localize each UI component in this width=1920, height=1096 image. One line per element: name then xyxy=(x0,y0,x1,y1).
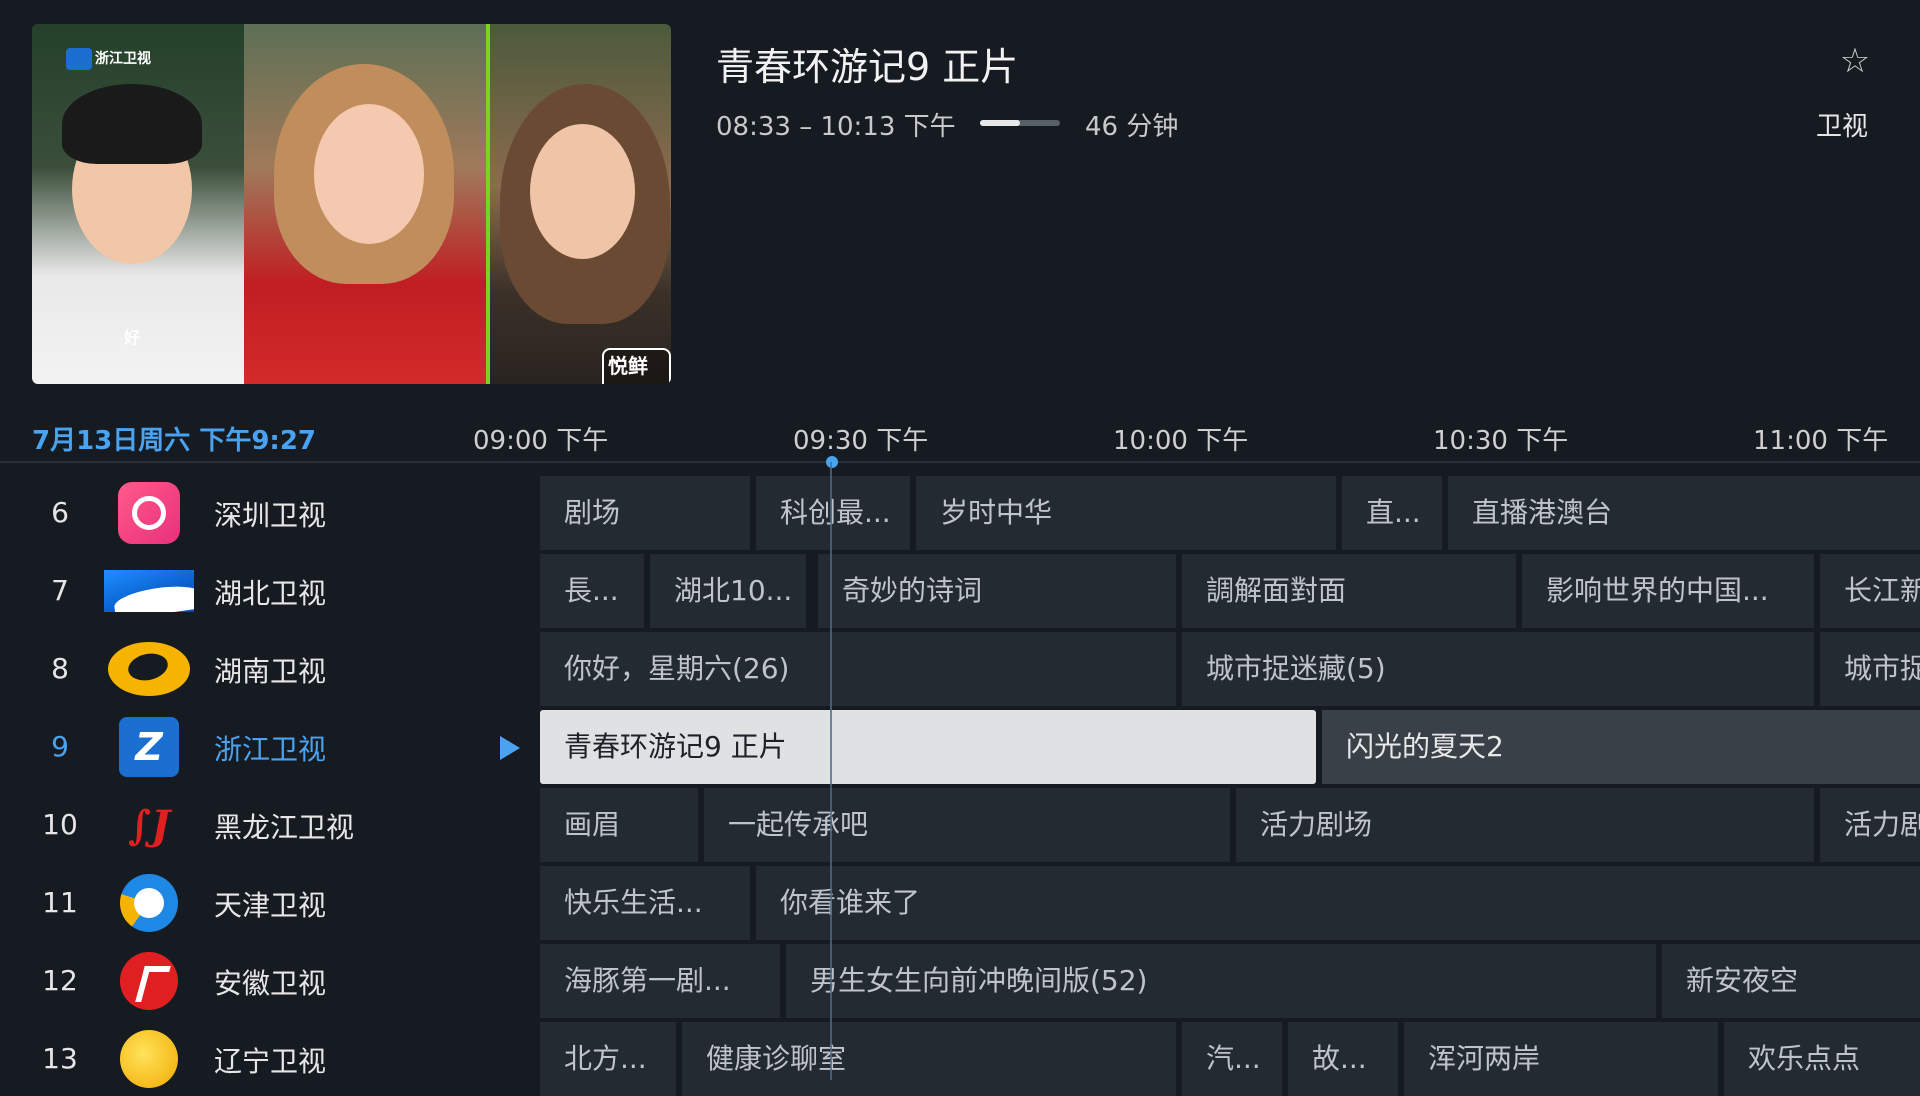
current-time-marker xyxy=(826,456,838,468)
channel-name: 黑龙江卫视 xyxy=(214,811,355,844)
time-tick: 09:00 下午 xyxy=(473,426,609,456)
hunan-tv-logo xyxy=(104,638,194,700)
hubei-logo-icon xyxy=(104,570,194,612)
liaoning-tv-logo xyxy=(104,1028,194,1090)
caption-left: 好 xyxy=(124,328,141,347)
channel-name: 安徽卫视 xyxy=(214,967,327,1000)
video-panel-middle xyxy=(244,24,490,384)
program-cell[interactable]: 你看谁来了 xyxy=(756,866,1920,940)
channel-row[interactable]: 12 安徽卫视 海豚第一剧... 男生女生向前冲晚间版(52) 新安夜空 xyxy=(0,944,1920,1018)
program-cell[interactable]: 科创最... xyxy=(756,476,910,550)
channel-number: 10 xyxy=(42,808,78,841)
channel-name: 深圳卫视 xyxy=(214,499,327,532)
program-cell[interactable]: 一起传承吧 xyxy=(704,788,1230,862)
channel-number: 7 xyxy=(51,574,69,607)
program-cell[interactable]: 浑河两岸 xyxy=(1404,1022,1718,1096)
shenzhen-logo-icon xyxy=(118,482,180,544)
timeline-axis xyxy=(0,461,1920,463)
hubei-tv-logo xyxy=(104,560,194,622)
channel-category[interactable]: 卫视 xyxy=(1816,106,1868,143)
person-face xyxy=(530,124,635,259)
liaoning-logo-icon xyxy=(120,1030,178,1088)
program-cell[interactable]: 城市捉 xyxy=(1820,632,1920,706)
channel-watermark: 浙江卫视 xyxy=(66,48,151,70)
person-face xyxy=(314,104,424,244)
tianjin-logo-icon xyxy=(120,874,178,932)
program-cell[interactable]: 健康诊聊室 xyxy=(682,1022,1176,1096)
program-cell[interactable]: 海豚第一剧... xyxy=(540,944,780,1018)
channel-row-active[interactable]: 9 Z 浙江卫视 青春环游记9 正片 闪光的夏天2 xyxy=(0,710,1920,784)
zhejiang-logo-icon xyxy=(66,48,92,70)
program-cell[interactable]: 你好，星期六(26) xyxy=(540,632,1176,706)
channel-name: 浙江卫视 xyxy=(214,733,327,766)
program-progress-fill xyxy=(980,120,1020,126)
time-tick: 10:30 下午 xyxy=(1433,426,1569,456)
star-outline-icon[interactable]: ☆ xyxy=(1838,44,1872,78)
program-cell[interactable]: 汽... xyxy=(1182,1022,1282,1096)
video-panel-right xyxy=(490,24,671,384)
channel-row[interactable]: 11 天津卫视 快乐生活... 你看谁来了 xyxy=(0,866,1920,940)
program-cell[interactable]: 城市捉迷藏(5) xyxy=(1182,632,1814,706)
program-cell[interactable]: 調解面對面 xyxy=(1182,554,1516,628)
channel-number: 11 xyxy=(42,886,78,919)
program-cell[interactable]: 奇妙的诗词 xyxy=(818,554,1176,628)
program-cell[interactable]: 画眉 xyxy=(540,788,698,862)
time-tick: 09:30 下午 xyxy=(793,426,929,456)
program-cell[interactable]: 湖北10... xyxy=(650,554,806,628)
channel-name: 天津卫视 xyxy=(214,889,327,922)
time-tick: 10:00 下午 xyxy=(1113,426,1249,456)
play-arrow-icon xyxy=(500,736,520,760)
program-cell[interactable]: 直播港澳台 xyxy=(1448,476,1920,550)
channel-row[interactable]: 8 湖南卫视 你好，星期六(26) 城市捉迷藏(5) 城市捉 xyxy=(0,632,1920,706)
time-tick: 11:00 下午 xyxy=(1753,426,1889,456)
heilongjiang-tv-logo: ∫J xyxy=(104,794,194,856)
program-cell[interactable]: 故... xyxy=(1288,1022,1398,1096)
program-cell[interactable]: 新安夜空 xyxy=(1662,944,1920,1018)
heilongjiang-logo-icon: ∫J xyxy=(127,801,171,849)
channel-name: 湖南卫视 xyxy=(214,655,327,688)
channel-row[interactable]: 10 ∫J 黑龙江卫视 画眉 一起传承吧 活力剧场 活力剧 xyxy=(0,788,1920,862)
program-cell[interactable]: 男生女生向前冲晚间版(52) xyxy=(786,944,1656,1018)
program-cell-current[interactable]: 青春环游记9 正片 xyxy=(540,710,1316,784)
program-cell[interactable]: 岁时中华 xyxy=(916,476,1336,550)
program-cell[interactable]: 長... xyxy=(540,554,644,628)
program-cell[interactable]: 影响世界的中国... xyxy=(1522,554,1814,628)
program-cell[interactable]: 活力剧 xyxy=(1820,788,1920,862)
current-datetime: 7月13日周六 下午9:27 xyxy=(32,426,316,456)
channel-name: 辽宁卫视 xyxy=(214,1045,327,1078)
program-cell[interactable]: 活力剧场 xyxy=(1236,788,1814,862)
program-cell[interactable]: 北方... xyxy=(540,1022,676,1096)
channel-name: 湖北卫视 xyxy=(214,577,327,610)
person-hair xyxy=(62,84,202,164)
program-cell[interactable]: 直... xyxy=(1342,476,1442,550)
channel-number: 13 xyxy=(42,1042,78,1075)
video-preview[interactable]: 浙江卫视 好 悦鲜活 xyxy=(32,24,671,384)
channel-row[interactable]: 7 湖北卫视 長... 湖北10... 奇妙的诗词 調解面對面 影响世界的中国.… xyxy=(0,554,1920,628)
tianjin-tv-logo xyxy=(104,872,194,934)
channel-row[interactable]: 6 深圳卫视 剧场 科创最... 岁时中华 直... 直播港澳台 xyxy=(0,476,1920,550)
channel-watermark-text: 浙江卫视 xyxy=(95,51,151,67)
program-progress-bar xyxy=(980,120,1060,126)
current-time-line xyxy=(830,462,832,1080)
zhejiang-tv-logo: Z xyxy=(104,716,194,778)
channel-number: 8 xyxy=(51,652,69,685)
program-time-range: 08:33 – 10:13 下午 xyxy=(716,112,956,142)
program-title: 青春环游记9 正片 xyxy=(716,45,1019,89)
program-cell[interactable]: 长江新 xyxy=(1820,554,1920,628)
program-cell[interactable]: 闪光的夏天2 xyxy=(1322,710,1920,784)
zhejiang-logo-icon: Z xyxy=(119,717,179,777)
channel-number: 12 xyxy=(42,964,78,997)
channel-row[interactable]: 13 辽宁卫视 北方... 健康诊聊室 汽... 故... 浑河两岸 欢乐点点 xyxy=(0,1022,1920,1096)
hunan-logo-icon xyxy=(108,642,190,696)
program-cell[interactable]: 剧场 xyxy=(540,476,750,550)
channel-number: 6 xyxy=(51,496,69,529)
sticker-label: 悦鲜活 xyxy=(602,348,671,384)
channel-number: 9 xyxy=(51,730,69,763)
program-cell[interactable]: 快乐生活... xyxy=(540,866,750,940)
shenzhen-tv-logo xyxy=(104,482,194,544)
anhui-logo-icon xyxy=(120,952,178,1010)
program-duration: 46 分钟 xyxy=(1085,112,1179,142)
program-cell[interactable]: 欢乐点点 xyxy=(1724,1022,1920,1096)
anhui-tv-logo xyxy=(104,950,194,1012)
